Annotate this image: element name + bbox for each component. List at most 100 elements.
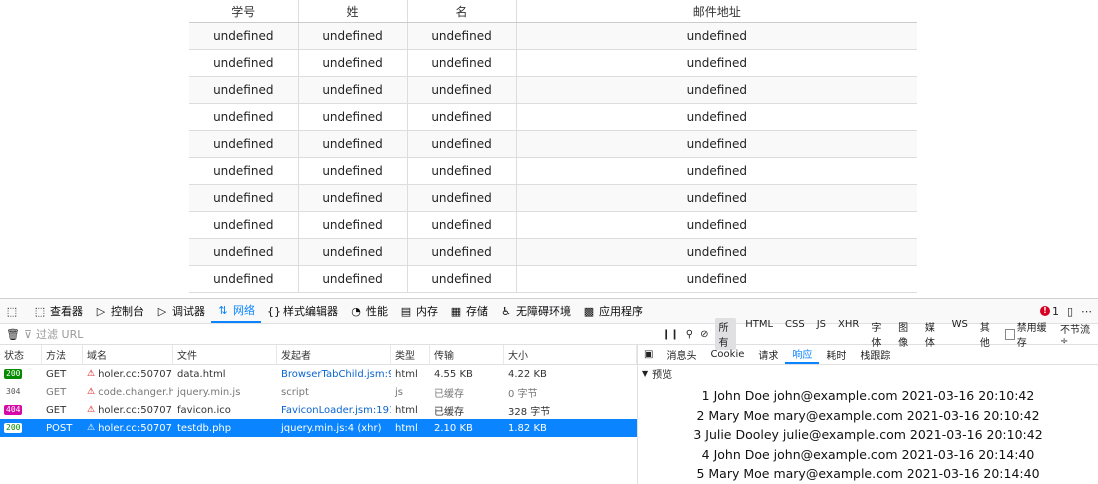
table-row: undefined undefined undefined undefined <box>189 22 917 50</box>
request-list-header: 状态 方法 域名 文件 发起者 类型 传输 大小 <box>0 345 637 365</box>
table-header-row: 学号 姓 名 邮件地址 <box>189 0 917 23</box>
request-status: 200 <box>0 419 42 437</box>
table-cell: undefined <box>516 265 917 293</box>
table-cell: undefined <box>189 22 299 50</box>
table-cell: undefined <box>298 157 408 185</box>
tab-network[interactable]: ⇅ 网络 <box>211 299 261 323</box>
table-cell: undefined <box>407 22 517 50</box>
debugger-icon: ▷ <box>157 304 167 318</box>
request-status: 200 <box>0 365 42 383</box>
request-file: favicon.ico <box>173 401 277 419</box>
table-cell: undefined <box>189 265 299 293</box>
storage-icon: ▦ <box>450 304 462 318</box>
network-icon: ⇅ <box>218 303 228 317</box>
search-icon[interactable]: ⚲ <box>686 329 693 340</box>
table-cell: undefined <box>407 157 517 185</box>
clear-requests-icon[interactable]: 🗑 <box>6 328 20 341</box>
column-header[interactable]: 大小 <box>504 345 637 364</box>
table-cell: undefined <box>516 157 917 185</box>
preview-section-header[interactable]: ▼ 预览 <box>638 365 1098 382</box>
tab-storage[interactable]: ▦ 存储 <box>444 299 494 323</box>
insecure-lock-icon: ⚠ <box>87 387 96 397</box>
column-header[interactable]: 状态 <box>0 345 42 364</box>
table-cell: undefined <box>516 76 917 104</box>
throttle-select[interactable]: 不节流 ÷ <box>1060 321 1098 347</box>
table-cell: undefined <box>189 211 299 239</box>
column-header[interactable]: 文件 <box>173 345 277 364</box>
response-line: 3 Julie Dooley julie@example.com 2021-03… <box>693 427 1043 443</box>
column-header[interactable]: 传输 <box>430 345 504 364</box>
pause-icon[interactable]: ❙❙ <box>662 329 679 340</box>
detail-tab[interactable]: 耗时 <box>819 345 853 364</box>
tab-label: 内存 <box>416 305 438 318</box>
request-row[interactable]: 304 GET ⚠ code.changer.hk jquery.min.js scrip… <box>0 383 637 401</box>
chevron-down-icon: ▼ <box>642 369 649 378</box>
detail-tab[interactable]: Cookie <box>703 345 751 364</box>
column-header[interactable]: 发起者 <box>277 345 391 364</box>
block-icon[interactable]: ⊘ <box>700 329 708 340</box>
insecure-lock-icon: ⚠ <box>87 405 96 415</box>
detail-tab[interactable]: 栈跟踪 <box>853 345 897 364</box>
request-transferred: 2.10 KB <box>430 419 504 437</box>
table-cell: undefined <box>298 211 408 239</box>
more-options-icon[interactable]: ⋯ <box>1081 305 1092 318</box>
detail-tab[interactable]: 请求 <box>751 345 785 364</box>
accessibility-icon: ♿ <box>501 304 511 318</box>
tab-application[interactable]: ▩ 应用程序 <box>577 299 649 323</box>
tab-label: 调试器 <box>172 305 205 318</box>
status-badge: 404 <box>4 405 23 415</box>
table-cell: undefined <box>298 130 408 158</box>
method-text: GET <box>46 404 67 416</box>
request-initiator: FaviconLoader.jsm:191 (i... <box>277 401 391 419</box>
table-row: undefined undefined undefined undefined <box>189 211 917 239</box>
response-line: 5 Mary Moe mary@example.com 2021-03-16 2… <box>696 466 1040 482</box>
request-row[interactable]: 200 GET ⚠ holer.cc:50707 data.html BrowserTab… <box>0 365 637 383</box>
initiator-text[interactable]: BrowserTabChild.jsm:92 (... <box>281 369 391 380</box>
initiator-text[interactable]: FaviconLoader.jsm:191 (i... <box>281 405 391 416</box>
table-cell: undefined <box>407 265 517 293</box>
tab-debugger[interactable]: ▷ 调试器 <box>150 299 211 323</box>
request-type: js <box>391 383 430 401</box>
request-domain: ⚠ code.changer.hk <box>83 383 173 401</box>
tab-label: 应用程序 <box>599 305 643 318</box>
tab-performance[interactable]: ◔ 性能 <box>344 299 394 323</box>
response-line: 4 John Doe john@example.com 2021-03-16 2… <box>701 446 1035 462</box>
column-header[interactable]: 类型 <box>391 345 430 364</box>
toggle-sidebar-icon[interactable]: ▣ <box>638 349 659 360</box>
column-header[interactable]: 方法 <box>42 345 83 364</box>
request-row[interactable]: 200 POST ⚠ holer.cc:50707 testdb.php jquery.m… <box>0 419 637 437</box>
detail-tab[interactable]: 响应 <box>785 345 820 364</box>
table-cell: undefined <box>407 238 517 266</box>
tab-inspector[interactable]: ⬚ 查看器 <box>28 299 89 323</box>
size-text: 328 字节 <box>508 406 551 418</box>
initiator-text[interactable]: script <box>281 387 309 398</box>
request-method: GET <box>42 401 83 419</box>
initiator-text[interactable]: jquery.min.js:4 (xhr) <box>281 423 382 434</box>
url-filter[interactable]: ⊽ 过滤 URL <box>24 326 83 342</box>
request-transferred: 4.55 KB <box>430 365 504 383</box>
table-cell: undefined <box>516 103 917 131</box>
request-size: 4.22 KB <box>504 365 637 383</box>
file-text: data.html <box>177 368 226 380</box>
tab-memory[interactable]: ▤ 内存 <box>394 299 444 323</box>
table-cell: undefined <box>298 76 408 104</box>
tab-accessibility[interactable]: ♿ 无障碍环境 <box>494 299 577 323</box>
request-size: 328 字节 <box>504 401 637 419</box>
dock-options-icon[interactable]: ▯ <box>1067 305 1073 318</box>
tab-console[interactable]: ▷ 控制台 <box>89 299 150 323</box>
element-picker-button[interactable]: ⬚ <box>0 299 28 323</box>
status-badge: 200 <box>4 369 23 379</box>
request-detail-pane: ▣ 消息头 Cookie 请求 响应 耗时 栈跟踪 ▼ 预览 1 John Doe joh… <box>638 345 1098 484</box>
type-text: html <box>395 404 418 416</box>
column-header[interactable]: 域名 <box>83 345 173 364</box>
request-row[interactable]: 404 GET ⚠ holer.cc:50707 favicon.ico FaviconL… <box>0 401 637 419</box>
detail-tab[interactable]: 消息头 <box>659 345 703 364</box>
type-text: html <box>395 368 418 380</box>
method-text: GET <box>46 386 67 398</box>
tab-style-editor[interactable]: {} 样式编辑器 <box>261 299 344 323</box>
request-size: 0 字节 <box>504 383 637 401</box>
request-method: GET <box>42 383 83 401</box>
request-method: POST <box>42 419 83 437</box>
table-cell: undefined <box>298 265 408 293</box>
error-counter[interactable]: ! 1 <box>1039 305 1059 318</box>
